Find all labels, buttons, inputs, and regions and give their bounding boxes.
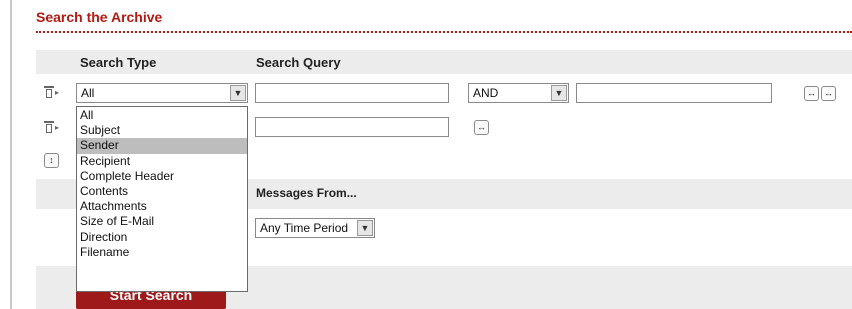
search-type-listbox[interactable]: All Subject Sender Recipient Complete He… — [76, 106, 248, 292]
title-divider — [36, 31, 852, 33]
trash-icon[interactable]: ▸ — [44, 86, 59, 98]
search-query-input[interactable] — [255, 117, 449, 137]
dropdown-arrow-icon[interactable]: ▼ — [230, 85, 246, 101]
left-border — [10, 0, 12, 309]
time-period-value: Any Time Period — [260, 221, 349, 235]
search-type-value: All — [81, 86, 95, 100]
add-row-icon[interactable]: ↔ — [821, 86, 836, 101]
operator-value: AND — [473, 86, 499, 100]
option-direction[interactable]: Direction — [77, 230, 247, 245]
option-complete-header[interactable]: Complete Header — [77, 169, 247, 184]
add-row-icon[interactable]: ↔ — [474, 120, 489, 135]
option-filename[interactable]: Filename — [77, 245, 247, 260]
option-size-of-email[interactable]: Size of E-Mail — [77, 214, 247, 229]
search-query-header: Search Query — [256, 55, 341, 70]
search-query-input[interactable] — [255, 83, 449, 103]
option-contents[interactable]: Contents — [77, 184, 247, 199]
option-attachments[interactable]: Attachments — [77, 199, 247, 214]
search-type-header: Search Type — [80, 55, 157, 70]
trash-icon[interactable]: ▸ — [44, 121, 59, 133]
dropdown-arrow-icon[interactable]: ▼ — [357, 220, 373, 236]
option-all[interactable]: All — [77, 108, 247, 123]
option-subject[interactable]: Subject — [77, 123, 247, 138]
time-period-select[interactable]: Any Time Period ▼ — [255, 218, 375, 238]
option-recipient[interactable]: Recipient — [77, 154, 247, 169]
search-type-select[interactable]: All ▼ — [76, 83, 248, 103]
page-title: Search the Archive — [36, 9, 163, 25]
sort-icon[interactable]: ↕ — [44, 153, 59, 168]
header-band — [36, 50, 852, 74]
dropdown-arrow-icon[interactable]: ▼ — [551, 85, 567, 101]
messages-from-header: Messages From... — [256, 186, 357, 200]
operator-select[interactable]: AND ▼ — [468, 83, 569, 103]
second-query-input[interactable] — [576, 83, 772, 103]
option-sender[interactable]: Sender — [77, 138, 247, 154]
remove-row-icon[interactable]: ↔ — [804, 86, 819, 101]
